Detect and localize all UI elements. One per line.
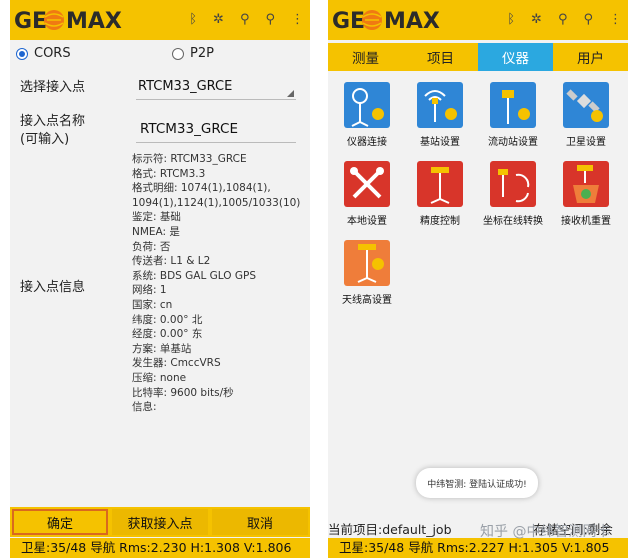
satellite-icon: ✲ [531,12,542,27]
info-line: 网络: 1 [132,284,167,297]
tab-instrument[interactable]: 仪器 [478,43,553,71]
info-line: 国家: cn [132,298,173,311]
coordinate-convert-icon [490,161,536,207]
info-line: 格式: RTCM3.3 [132,167,206,180]
info-line: 方案: 单基站 [132,342,192,355]
right-screen: GE MAX ᛒ ✲ ⚲ ⚲ ⋮ 测量 项目 仪器 用户 仪器连接 基站设置 流… [328,0,628,558]
tab-user[interactable]: 用户 [553,43,628,71]
get-mount-point-button[interactable]: 获取接入点 [112,509,208,535]
tab-measure[interactable]: 测量 [328,43,403,71]
svg-text:GE: GE [332,9,365,33]
radio-unselected-icon [172,47,184,60]
info-line: 比特率: 9600 bits/秒 [132,386,234,399]
local-settings-icon [344,161,390,207]
tile-label: 天线高设置 [342,295,392,306]
tile-label: 本地设置 [347,216,387,227]
cors-label: CORS [34,46,71,61]
info-line: NMEA: 是 [132,225,180,238]
radio-selected-icon [16,47,28,60]
mount-name-label-line2: (可输入) [20,132,70,147]
instrument-connect-icon [344,82,390,128]
tile-label: 坐标在线转换 [483,216,543,227]
tile-precision-control[interactable]: 精度控制 [405,159,475,229]
bluetooth-icon: ᛒ [507,12,516,27]
bluetooth-icon: ᛒ [189,12,198,27]
mount-name-label: 接入点名称 (可输入) [20,113,85,149]
status-icons: ᛒ ✲ ⚲ ⚲ ⋮ [189,10,304,30]
info-line: 格式明细: 1074(1),1084(1), [132,182,271,195]
tile-label: 流动站设置 [488,137,538,148]
svg-text:MAX: MAX [384,9,440,33]
select-mount-label: 选择接入点 [20,80,86,95]
tile-label: 精度控制 [420,216,460,227]
mount-info-list: 标示符: RTCM33_GRCE 格式: RTCM3.3 格式明细: 1074(… [132,152,308,415]
geomax-logo: GE MAX [14,6,132,34]
mount-point-select[interactable]: RTCM33_GRCE [136,79,296,100]
login-toast: 中纬智测: 登陆认证成功! [416,468,538,498]
svg-text:GE: GE [14,9,47,33]
tile-label: 仪器连接 [347,137,387,148]
tile-antenna-height[interactable]: 天线高设置 [332,238,402,308]
dropdown-caret-icon [287,90,294,97]
left-screen: GE MAX ᛒ ✲ ⚲ ⚲ ⋮ CORS P2P 选择接入点 RTCM33_G… [10,0,310,558]
main-tabs: 测量 项目 仪器 用户 [328,43,628,71]
geomax-logo: GE MAX [332,6,450,34]
satellite-icon: ✲ [213,12,224,27]
mount-name-input-value: RTCM33_GRCE [140,121,238,137]
cors-radio[interactable]: CORS [16,46,71,61]
tile-label: 基站设置 [420,137,460,148]
info-line: 1094(1),1124(1),1005/1033(10) [132,196,301,209]
ok-button[interactable]: 确定 [12,509,108,535]
gnss-status-bar: 卫星:35/48 导航 Rms:2.230 H:1.308 V:1.806 [10,538,310,558]
info-line: 负荷: 否 [132,240,171,253]
mount-name-input[interactable]: RTCM33_GRCE [136,120,296,143]
antenna-height-icon [344,240,390,286]
receiver-reset-icon [563,161,609,207]
mount-info-label: 接入点信息 [20,280,86,295]
p2p-radio[interactable]: P2P [172,46,214,61]
tile-rover-settings[interactable]: 流动站设置 [478,80,548,150]
action-bar: 确定 获取接入点 取消 [10,507,310,537]
info-line: 经度: 0.00° 东 [132,328,203,341]
tile-receiver-reset[interactable]: 接收机重置 [551,159,621,229]
current-project-text: 当前项目:default_job [328,522,452,537]
info-line: 信息: [132,401,157,414]
tile-instrument-connect[interactable]: 仪器连接 [332,80,402,150]
status-icons: ᛒ ✲ ⚲ ⚲ ⋮ [507,10,622,30]
tile-coordinate-convert[interactable]: 坐标在线转换 [478,159,548,229]
svg-text:MAX: MAX [66,9,122,33]
base-station-settings-icon [417,82,463,128]
info-line: 纬度: 0.00° 北 [132,313,203,326]
cancel-button[interactable]: 取消 [212,509,308,535]
p2p-label: P2P [190,46,214,61]
more-menu-icon[interactable]: ⋮ [291,10,304,30]
tile-label: 卫星设置 [566,137,606,148]
app-header: GE MAX ᛒ ✲ ⚲ ⚲ ⋮ [328,0,628,40]
mount-point-select-value: RTCM33_GRCE [138,79,233,94]
base-icon: ⚲ [265,12,275,27]
info-line: 系统: BDS GAL GLO GPS [132,269,257,282]
info-line: 发生器: CmccVRS [132,357,221,370]
app-header: GE MAX ᛒ ✲ ⚲ ⚲ ⋮ [10,0,310,40]
info-line: 鉴定: 基础 [132,211,181,224]
zhihu-watermark: 知乎 @中纬智测网卡 [480,524,611,540]
satellite-settings-icon [563,82,609,128]
tile-base-settings[interactable]: 基站设置 [405,80,475,150]
precision-control-icon [417,161,463,207]
rover-icon: ⚲ [239,12,250,27]
base-icon: ⚲ [583,12,593,27]
more-menu-icon[interactable]: ⋮ [609,10,622,30]
info-line: 压缩: none [132,371,187,384]
tab-project[interactable]: 项目 [403,43,478,71]
rover-settings-icon [490,82,536,128]
mount-name-label-line1: 接入点名称 [20,114,86,129]
tile-label: 接收机重置 [561,216,611,227]
info-line: 传送者: L1 & L2 [132,255,211,268]
tile-satellite-settings[interactable]: 卫星设置 [551,80,621,150]
connection-mode: CORS P2P [10,44,310,64]
tile-local-settings[interactable]: 本地设置 [332,159,402,229]
rover-icon: ⚲ [557,12,568,27]
gnss-status-bar: 卫星:35/48 导航 Rms:2.227 H:1.305 V:1.805 [328,538,628,558]
info-line: 标示符: RTCM33_GRCE [132,153,247,165]
